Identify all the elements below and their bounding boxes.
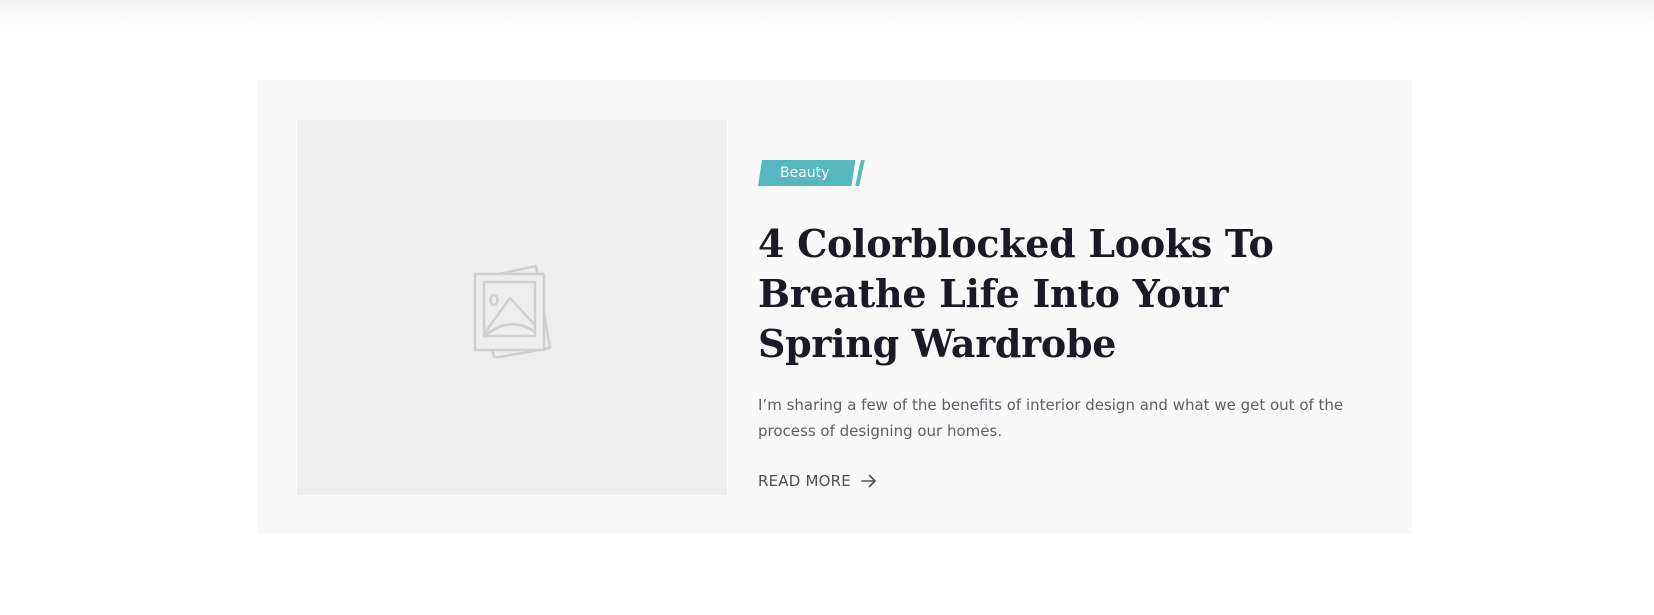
post-title[interactable]: 4 Colorblocked Looks To Breathe Life Int… (758, 219, 1358, 369)
category-badge[interactable]: Beauty (758, 160, 855, 186)
post-excerpt: I’m sharing a few of the benefits of int… (758, 396, 1344, 440)
arrow-right-icon (861, 474, 877, 488)
post-card: Beauty 4 Colorblocked Looks To Breathe L… (257, 80, 1412, 534)
image-placeholder-icon (472, 258, 552, 358)
read-more-link[interactable]: READ MORE (758, 472, 877, 490)
post-body: Beauty 4 Colorblocked Looks To Breathe L… (758, 160, 1358, 491)
category-row: Beauty (758, 160, 1358, 186)
post-thumbnail[interactable] (297, 120, 727, 495)
header-shadow (0, 0, 1654, 40)
read-more-label: READ MORE (758, 472, 851, 490)
category-slash-decoration (855, 160, 866, 186)
